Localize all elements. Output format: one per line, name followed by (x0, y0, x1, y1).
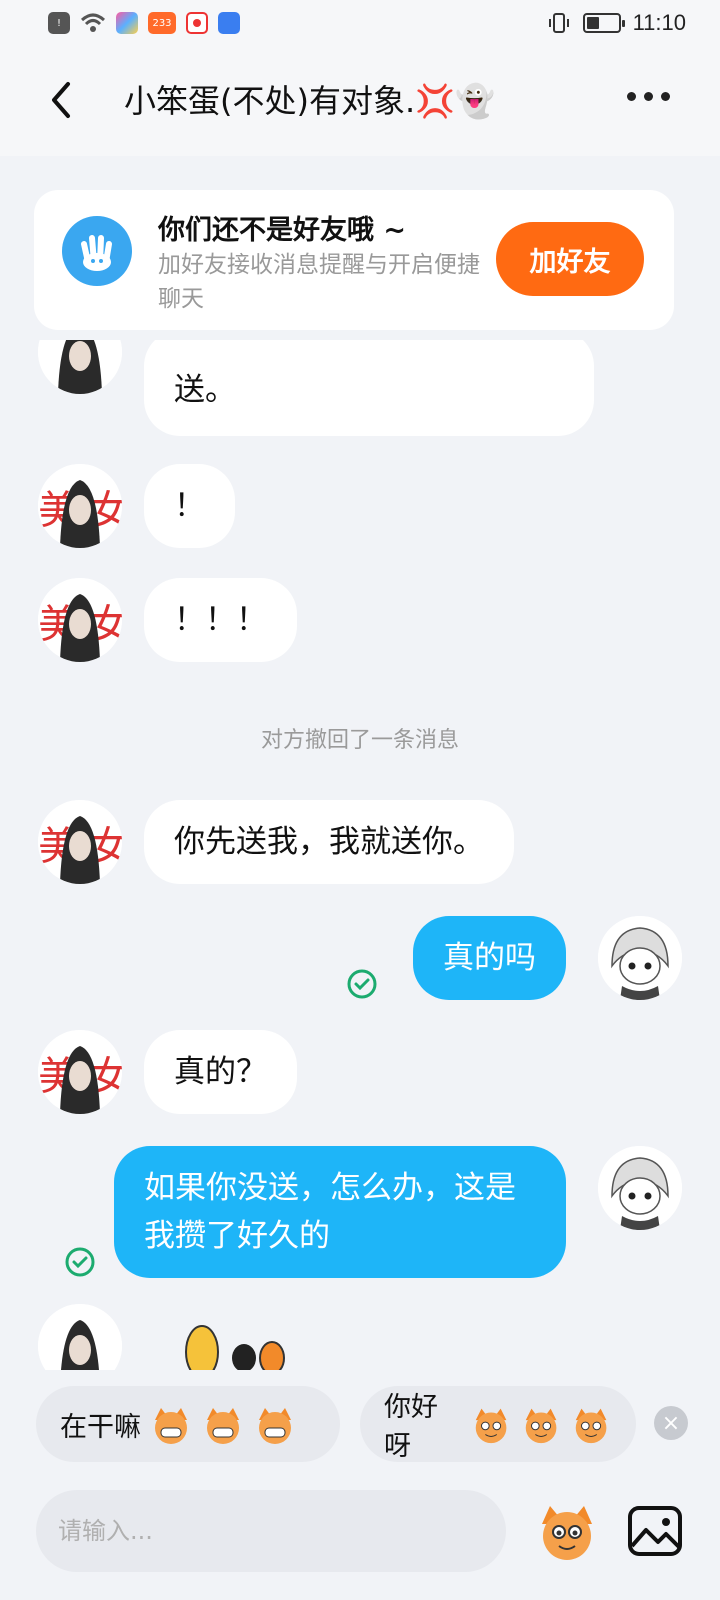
recall-notice: 对方撤回了一条消息 (260, 728, 459, 753)
quick-reply-chip[interactable]: 你好呀 (360, 1386, 636, 1462)
alert-icon: ! (48, 12, 70, 34)
quick-reply-chip[interactable]: 在干嘛 (36, 1386, 340, 1462)
contact-avatar[interactable]: 美女 (38, 464, 122, 548)
video-app-icon (186, 12, 208, 34)
read-check-icon (347, 969, 377, 999)
quick-reply-text: 你好呀 (384, 1392, 438, 1462)
read-check-icon (65, 1247, 95, 1277)
status-time: 11:10 (632, 10, 686, 35)
message-bubble-in[interactable]: ！ (144, 464, 235, 548)
chat-title: 小笨蛋(不处)有对象.💢👻 (124, 82, 495, 120)
message-list[interactable]: 送。 美女 ！ 美女 ！！！ 对方撤回了一条消息 美女 你先送我，我就送你。 真… (0, 340, 720, 1370)
status-notification-icons: ! 233 (48, 12, 240, 34)
message-bubble-out[interactable]: 如果你没送，怎么办，这是我攒了好久的 (114, 1146, 566, 1278)
banner-title: 你们还不是好友哦 ~ (158, 215, 407, 246)
message-bubble-in[interactable]: 你先送我，我就送你。 (144, 800, 514, 884)
more-options-icon[interactable] (627, 92, 670, 101)
message-bubble-in[interactable]: ！！！ (144, 578, 297, 662)
message-bubble-in[interactable]: 送。 (144, 340, 594, 436)
message-text: 真的？ (174, 1054, 267, 1090)
message-bubble-in[interactable]: 真的？ (144, 1030, 297, 1114)
message-text: ！！！ (174, 602, 267, 638)
message-bubble-out[interactable]: 真的吗 (413, 916, 566, 1000)
grin-emoji-icon (207, 1408, 239, 1444)
my-avatar[interactable] (598, 1146, 682, 1230)
message-text: 送。 (174, 372, 236, 408)
smile-emoji-icon (475, 1408, 506, 1444)
battery-icon (582, 13, 625, 33)
grin-emoji-icon (259, 1408, 291, 1444)
image-picker-icon[interactable] (624, 1500, 686, 1562)
wifi-icon (80, 13, 106, 32)
vibrate-icon (548, 13, 569, 33)
message-input[interactable] (58, 1517, 506, 1545)
status-bar: ! 233 11:10 (0, 0, 720, 48)
contact-avatar[interactable]: 美女 (38, 578, 122, 662)
message-text: 真的吗 (443, 940, 536, 976)
smile-emoji-icon (575, 1408, 607, 1444)
app-233-icon: 233 (148, 12, 176, 34)
message-text: 你先送我，我就送你。 (174, 824, 484, 860)
my-avatar[interactable] (598, 916, 682, 1000)
smile-emoji-icon (525, 1408, 557, 1444)
sticker-picker-icon[interactable] (534, 1498, 600, 1564)
sticker-message[interactable] (180, 1314, 320, 1370)
message-text: 如果你没送，怎么办，这是我攒了好久的 (144, 1170, 516, 1254)
message-input-container[interactable] (36, 1490, 506, 1572)
grin-emoji-icon (155, 1408, 187, 1444)
banner-subtitle: 加好友接收消息提醒与开启便捷聊天 (158, 252, 480, 312)
message-text: ！ (174, 488, 205, 524)
add-friend-banner: 你们还不是好友哦 ~ 加好友接收消息提醒与开启便捷聊天 加好友 (34, 190, 674, 330)
add-friend-button[interactable]: 加好友 (496, 222, 644, 296)
contact-avatar[interactable] (38, 340, 122, 394)
battery-level (586, 17, 599, 29)
hand-wave-icon (62, 216, 132, 286)
chat-header: 小笨蛋(不处)有对象.💢👻 (0, 48, 720, 156)
security-app-icon (218, 12, 240, 34)
contact-avatar[interactable]: 美女 (38, 1030, 122, 1114)
contact-avatar[interactable] (38, 1304, 122, 1370)
close-quick-replies-icon[interactable]: × (654, 1406, 688, 1440)
app-icon (116, 12, 138, 34)
quick-reply-text: 在干嘛 (60, 1411, 141, 1443)
back-arrow-icon[interactable] (44, 78, 80, 122)
contact-avatar[interactable]: 美女 (38, 800, 122, 884)
